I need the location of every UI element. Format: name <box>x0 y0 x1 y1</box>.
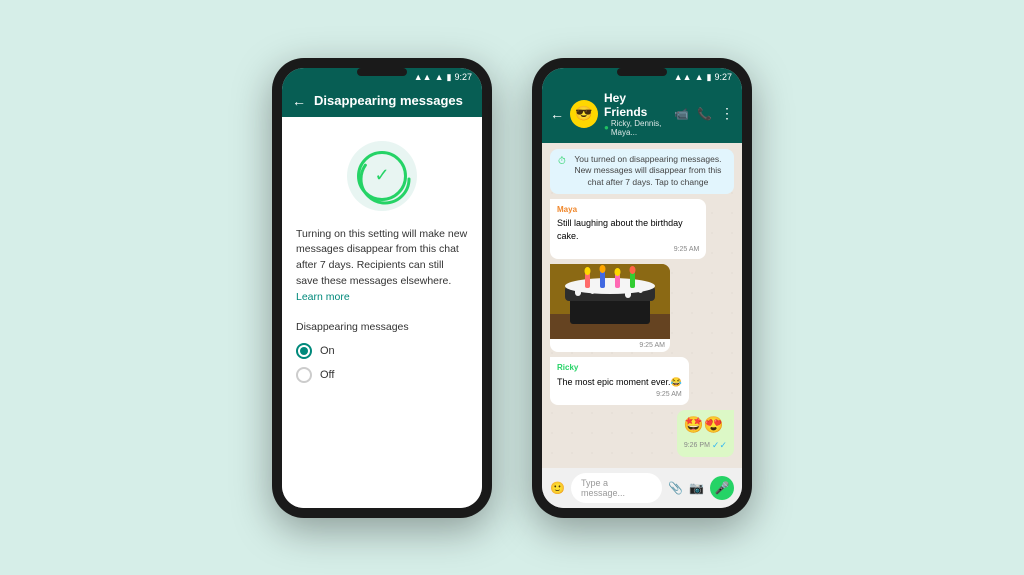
system-msg-icon: ⏱ <box>558 155 566 169</box>
description-text: Turning on this setting will make new me… <box>296 227 468 306</box>
message-time-maya: 9:25 AM <box>557 245 699 255</box>
timer-arc <box>357 151 413 207</box>
emoji-icon[interactable]: 🙂 <box>550 481 565 495</box>
sender-maya: Maya <box>557 204 699 215</box>
message-time-ricky: 9:25 AM <box>557 390 682 400</box>
message-sent-emoji: 🤩😍 9:26 PM ✓✓ <box>677 410 734 457</box>
status-time-2: 9:27 <box>714 72 732 82</box>
image-time: 9:25 AM <box>550 339 670 352</box>
phones-container: ▲▲ ▲ ▮ 9:27 ← Disappearing messages <box>272 58 752 518</box>
signal-icon: ▲▲ <box>414 72 432 82</box>
battery-icon: ▮ <box>447 72 452 83</box>
chat-input-bar: 🙂 Type a message... 📎 📷 🎤 <box>542 468 742 508</box>
chat-subtitle: ● Ricky, Dennis, Maya... <box>604 119 668 137</box>
status-icons: ▲▲ ▲ ▮ 9:27 <box>414 72 472 83</box>
video-icon[interactable]: 📹 <box>674 107 689 121</box>
sender-ricky: Ricky <box>557 362 682 373</box>
radio-on[interactable] <box>296 343 312 359</box>
radio-off-label: Off <box>320 369 334 381</box>
battery-icon-2: ▮ <box>707 72 712 83</box>
timer-inner: ✓ <box>357 151 407 201</box>
radio-on-label: On <box>320 345 335 357</box>
back-button[interactable]: ← <box>292 93 306 109</box>
message-maya: Maya Still laughing about the birthday c… <box>550 199 706 259</box>
signal-icon-2: ▲▲ <box>674 72 692 82</box>
chat-body: ⏱ You turned on disappearing messages. N… <box>542 143 742 468</box>
attach-icon[interactable]: 📎 <box>668 481 683 495</box>
chat-back-button[interactable]: ← <box>550 106 564 122</box>
cake-image <box>550 264 670 339</box>
phone-notch-2 <box>617 68 667 76</box>
chat-avatar: 😎 <box>570 100 598 128</box>
message-ricky: Ricky The most epic moment ever.😂 9:25 A… <box>550 357 689 405</box>
image-bubble[interactable]: 9:25 AM <box>550 264 670 352</box>
system-message[interactable]: ⏱ You turned on disappearing messages. N… <box>550 149 734 195</box>
message-placeholder: Type a message... <box>581 478 625 498</box>
radio-off[interactable] <box>296 367 312 383</box>
cake-svg <box>550 264 670 339</box>
sent-time: 9:26 PM ✓✓ <box>684 439 727 452</box>
phone-chat: ▲▲ ▲ ▮ 9:27 ← 😎 Hey Friends ● Ricky, Den… <box>532 58 752 518</box>
settings-header: ← Disappearing messages <box>282 85 482 117</box>
phone-icon[interactable]: 📞 <box>697 107 712 121</box>
sent-emoji: 🤩😍 <box>684 415 727 437</box>
phone-screen: ▲▲ ▲ ▮ 9:27 ← Disappearing messages <box>282 68 482 508</box>
timer-icon-container: ✓ <box>347 141 417 211</box>
chat-info[interactable]: Hey Friends ● Ricky, Dennis, Maya... <box>604 91 668 137</box>
settings-body: ✓ Turning on this setting will make new … <box>282 117 482 508</box>
chat-header: ← 😎 Hey Friends ● Ricky, Dennis, Maya...… <box>542 85 742 143</box>
message-input[interactable]: Type a message... <box>571 473 662 503</box>
option-off[interactable]: Off <box>296 367 334 383</box>
page-title: Disappearing messages <box>314 93 463 108</box>
wifi-icon: ▲ <box>435 72 444 82</box>
camera-icon[interactable]: 📷 <box>689 481 704 495</box>
status-time: 9:27 <box>454 72 472 82</box>
read-receipt: ✓✓ <box>712 439 727 452</box>
more-icon[interactable]: ⋮ <box>720 105 734 122</box>
status-icons-2: ▲▲ ▲ ▮ 9:27 <box>674 72 732 83</box>
mic-button[interactable]: 🎤 <box>710 476 734 500</box>
message-text-maya: Still laughing about the birthday cake. <box>557 217 699 242</box>
learn-more-link[interactable]: Learn more <box>296 291 350 303</box>
phone-settings: ▲▲ ▲ ▮ 9:27 ← Disappearing messages <box>272 58 492 518</box>
chat-header-icons: 📹 📞 ⋮ <box>674 105 734 122</box>
mic-icon: 🎤 <box>715 481 730 495</box>
phone-notch <box>357 68 407 76</box>
message-text-ricky: The most epic moment ever.😂 <box>557 376 682 389</box>
option-on[interactable]: On <box>296 343 335 359</box>
input-icons-left: 🙂 <box>550 481 565 495</box>
input-icons-right: 📎 📷 <box>668 481 704 495</box>
section-label: Disappearing messages <box>296 321 409 333</box>
chat-name: Hey Friends <box>604 91 668 119</box>
phone-screen-2: ▲▲ ▲ ▮ 9:27 ← 😎 Hey Friends ● Ricky, Den… <box>542 68 742 508</box>
wifi-icon-2: ▲ <box>695 72 704 82</box>
